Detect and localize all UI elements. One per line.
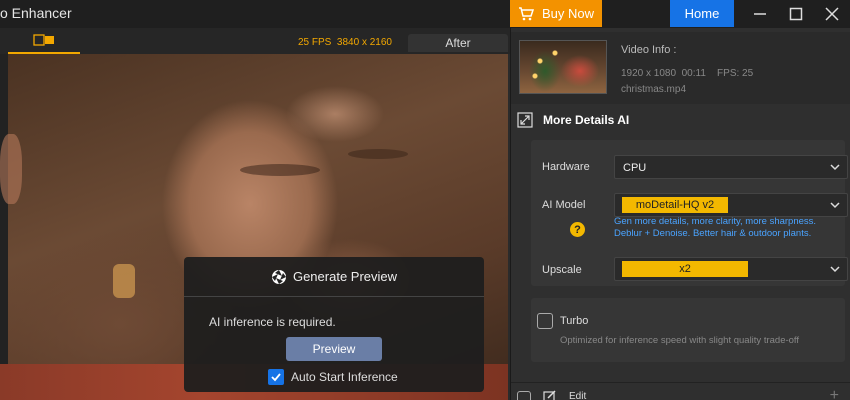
checkbox-checked-icon <box>268 369 284 385</box>
ai-model-select[interactable]: moDetail-HQ v2 <box>614 193 848 217</box>
hardware-value: CPU <box>623 162 647 174</box>
face-brow <box>348 149 408 159</box>
video-resolution: 1920 x 1080 <box>621 68 677 79</box>
face-ear <box>0 134 22 204</box>
output-resolution: 3840 x 2160 <box>336 37 392 48</box>
maximize-button[interactable] <box>778 0 814 27</box>
cart-icon <box>518 6 534 20</box>
more-details-section-header[interactable]: More Details AI <box>511 108 850 132</box>
app-title: o Enhancer <box>0 5 72 21</box>
edit-label: Edit <box>569 391 587 400</box>
dialog-message: AI inference is required. <box>209 315 336 329</box>
split-view-icon <box>33 34 54 46</box>
ai-model-value: moDetail-HQ v2 <box>622 197 728 213</box>
video-info: Video Info : 1920 x 1080 00:11 FPS: 25 c… <box>511 32 850 104</box>
preview-left-edge <box>0 54 8 400</box>
edit-icon <box>543 390 556 400</box>
upscale-label: Upscale <box>542 264 582 276</box>
ai-model-label: AI Model <box>542 199 586 211</box>
buy-now-label: Buy Now <box>541 6 595 21</box>
expand-arrows-icon <box>517 112 533 128</box>
generate-preview-dialog: Generate Preview AI inference is require… <box>184 257 484 392</box>
hardware-select[interactable]: CPU <box>614 155 848 179</box>
turbo-checkbox[interactable] <box>537 313 553 329</box>
aperture-icon <box>271 269 286 284</box>
title-bar: o Enhancer Buy Now Home <box>0 0 850 28</box>
edit-checkbox[interactable] <box>517 391 531 400</box>
dialog-title: Generate Preview <box>292 269 398 284</box>
compare-view-tab[interactable] <box>8 28 80 54</box>
video-duration: 00:11 <box>681 68 706 79</box>
video-info-title: Video Info : <box>621 44 677 56</box>
chevron-down-icon <box>830 202 840 209</box>
output-info: 25 FPS 3840 x 2160 <box>298 37 392 48</box>
edit-section-row[interactable]: Edit + <box>511 382 850 400</box>
chevron-down-icon <box>830 266 840 273</box>
home-button[interactable]: Home <box>670 0 734 27</box>
upscale-value: x2 <box>622 261 748 277</box>
buy-now-button[interactable]: Buy Now <box>510 0 602 27</box>
maximize-icon <box>789 7 803 20</box>
home-label: Home <box>684 6 720 21</box>
video-filename: christmas.mp4 <box>621 84 687 95</box>
app-window: o Enhancer Buy Now Home 25 FPS 3840 x 21… <box>0 0 850 400</box>
face-brow <box>240 164 320 176</box>
close-icon <box>825 6 839 21</box>
minimize-button[interactable] <box>742 0 778 27</box>
ai-model-description: Gen more details, more clarity, more sha… <box>614 216 817 239</box>
auto-start-label: Auto Start Inference <box>291 370 398 384</box>
video-thumbnail <box>519 40 607 94</box>
auto-start-checkbox[interactable]: Auto Start Inference <box>268 369 398 385</box>
dialog-header: Generate Preview <box>184 257 484 297</box>
upscale-select[interactable]: x2 <box>614 257 848 281</box>
section-title: More Details AI <box>543 113 630 127</box>
output-fps: 25 FPS <box>298 37 332 48</box>
preview-button[interactable]: Preview <box>286 337 382 361</box>
settings-panel: Video Info : 1920 x 1080 00:11 FPS: 25 c… <box>510 28 850 400</box>
minimize-icon <box>754 12 766 15</box>
help-icon[interactable]: ? <box>570 222 585 237</box>
light-spot <box>113 264 135 298</box>
turbo-box: Turbo Optimized for inference speed with… <box>531 298 845 362</box>
close-button[interactable] <box>814 0 850 27</box>
video-info-meta: 1920 x 1080 00:11 FPS: 25 <box>621 68 753 79</box>
turbo-label: Turbo <box>560 315 589 327</box>
turbo-description: Optimized for inference speed with sligh… <box>560 335 800 346</box>
after-tab[interactable]: After <box>408 34 508 52</box>
hardware-label: Hardware <box>542 161 590 173</box>
chevron-down-icon <box>830 164 840 171</box>
video-fps: FPS: 25 <box>717 68 754 79</box>
ai-settings-box: Hardware CPU AI Model moDetail-HQ v2 ? G… <box>531 140 848 286</box>
plus-icon[interactable]: + <box>830 387 839 400</box>
